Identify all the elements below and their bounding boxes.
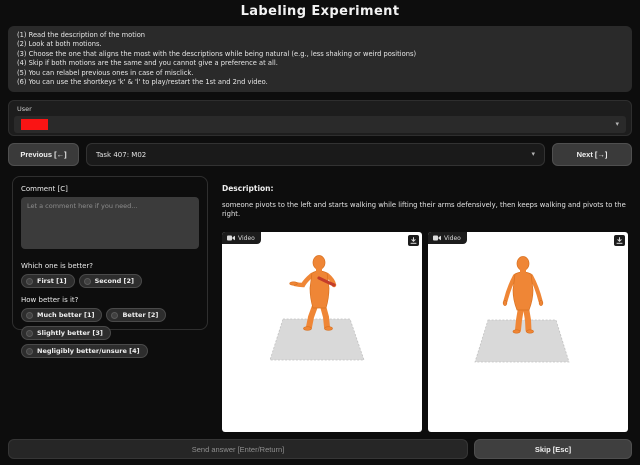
send-answer-button[interactable]: Send answer [Enter/Return]	[8, 439, 468, 459]
choice-label: Slightly better [3]	[37, 329, 103, 337]
how-better-options: Much better [1] Better [2] Slightly bett…	[21, 308, 199, 358]
video-player-1[interactable]: Video	[222, 232, 422, 432]
video-label: Video	[238, 235, 255, 242]
task-dropdown[interactable]: Task 407: M02 ▾	[86, 143, 545, 166]
task-dropdown-value: Task 407: M02	[96, 151, 146, 159]
choice-label: Better [2]	[122, 311, 158, 319]
user-section: User ▾	[8, 100, 632, 136]
next-button[interactable]: Next [→]	[552, 143, 632, 166]
instruction-line: (1) Read the description of the motion	[17, 31, 623, 40]
choice-slightly-better[interactable]: Slightly better [3]	[21, 326, 111, 340]
description-label: Description:	[222, 184, 274, 193]
page-title: Labeling Experiment	[0, 4, 640, 19]
how-better-label: How better is it?	[21, 296, 199, 304]
user-label: User	[17, 105, 626, 113]
skip-button[interactable]: Skip [Esc]	[474, 439, 632, 459]
choice-label: First [1]	[37, 277, 67, 285]
description-text: someone pivots to the left and starts wa…	[222, 201, 628, 219]
instruction-line: (6) You can use the shortkeys 'k' & 'l' …	[17, 78, 623, 87]
choice-much-better[interactable]: Much better [1]	[21, 308, 102, 322]
instruction-line: (3) Choose the one that aligns the most …	[17, 50, 623, 59]
choice-label: Much better [1]	[37, 311, 94, 319]
download-icon	[410, 237, 417, 244]
video-icon	[433, 235, 441, 241]
radio-icon	[26, 330, 33, 337]
instruction-line: (4) Skip if both motions are the same an…	[17, 59, 623, 68]
motion-render-2	[428, 232, 628, 432]
choice-better[interactable]: Better [2]	[106, 308, 166, 322]
redacted-username	[21, 119, 48, 130]
choice-second[interactable]: Second [2]	[79, 274, 142, 288]
video-2-badge: Video	[428, 232, 467, 244]
comment-label: Comment [C]	[21, 185, 199, 193]
answer-panel: Comment [C] Which one is better? First […	[12, 176, 208, 330]
radio-icon	[84, 278, 91, 285]
choice-first[interactable]: First [1]	[21, 274, 75, 288]
user-dropdown[interactable]: ▾	[14, 116, 626, 133]
which-better-options: First [1] Second [2]	[21, 274, 199, 288]
radio-icon	[26, 278, 33, 285]
comment-input[interactable]	[21, 197, 199, 249]
chevron-down-icon: ▾	[615, 121, 619, 128]
instruction-line: (2) Look at both motions.	[17, 40, 623, 49]
choice-negligibly-better[interactable]: Negligibly better/unsure [4]	[21, 344, 148, 358]
radio-icon	[111, 312, 118, 319]
which-better-label: Which one is better?	[21, 262, 199, 270]
download-icon	[616, 237, 623, 244]
radio-icon	[26, 312, 33, 319]
motion-render-1	[222, 232, 422, 432]
choice-label: Negligibly better/unsure [4]	[37, 347, 140, 355]
floor-plane	[475, 320, 569, 362]
chevron-down-icon: ▾	[531, 151, 535, 158]
labeling-experiment-app: Labeling Experiment (1) Read the descrip…	[0, 0, 640, 465]
video-1-badge: Video	[222, 232, 261, 244]
previous-button[interactable]: Previous [←]	[8, 143, 79, 166]
instruction-line: (5) You can relabel previous ones in cas…	[17, 69, 623, 78]
choice-label: Second [2]	[95, 277, 134, 285]
video-icon	[227, 235, 235, 241]
video-player-2[interactable]: Video	[428, 232, 628, 432]
instructions-panel: (1) Read the description of the motion (…	[8, 26, 632, 92]
radio-icon	[26, 348, 33, 355]
download-button[interactable]	[408, 235, 419, 246]
download-button[interactable]	[614, 235, 625, 246]
floor-plane	[270, 319, 364, 360]
video-label: Video	[444, 235, 461, 242]
